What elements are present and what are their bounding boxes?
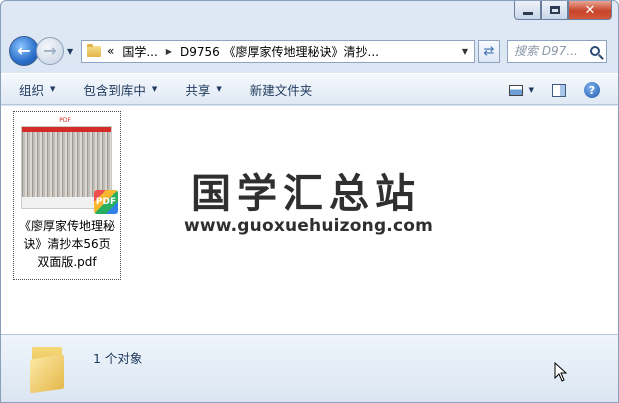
search-input[interactable]	[514, 44, 588, 58]
thumbnail-manuscript-image	[22, 132, 111, 197]
large-folder-icon	[30, 347, 64, 394]
explorer-window: ✕ ← → ▼ « 国学... ▶ D9756 《廖厚家传地理秘诀》清抄... …	[0, 0, 619, 403]
refresh-button[interactable]: ⇄	[478, 39, 500, 63]
breadcrumb-separator-icon[interactable]: ▶	[166, 47, 172, 56]
breadcrumb-item-current[interactable]: D9756 《廖厚家传地理秘诀》清抄...	[180, 43, 379, 60]
new-folder-label: 新建文件夹	[249, 82, 313, 98]
item-count-text: 1 个对象	[93, 351, 143, 366]
search-icon[interactable]	[590, 46, 600, 56]
help-icon[interactable]: ?	[584, 82, 600, 98]
maximize-button[interactable]	[541, 1, 568, 20]
command-bar: 组织 ▼ 包含到库中 ▼ 共享 ▼ 新建文件夹 ▼ ?	[1, 73, 618, 105]
view-controls: ▼ ?	[508, 74, 600, 106]
search-box[interactable]	[507, 39, 607, 63]
forward-arrow-icon: →	[43, 41, 57, 60]
navigation-bar: ← → ▼ « 国学... ▶ D9756 《廖厚家传地理秘诀》清抄... ▼ …	[9, 35, 610, 67]
back-button[interactable]: ←	[9, 36, 39, 66]
file-item-pdf[interactable]: PDF PDF 《廖厚家传地理秘 诀》清抄本56页 双面版.pdf	[13, 111, 121, 280]
include-in-library-label: 包含到库中	[83, 82, 146, 98]
view-options-dropdown-icon[interactable]: ▼	[529, 86, 534, 94]
organize-menu[interactable]: 组织 ▼	[19, 80, 55, 99]
recent-pages-dropdown-icon[interactable]: ▼	[67, 47, 77, 56]
watermark-url: www.guoxuehuizong.com	[184, 216, 434, 236]
chevron-down-icon: ▼	[151, 85, 158, 93]
new-folder-button[interactable]: 新建文件夹	[250, 80, 313, 99]
close-button[interactable]: ✕	[568, 1, 612, 20]
back-arrow-icon: ←	[17, 41, 31, 60]
include-in-library-menu[interactable]: 包含到库中 ▼	[83, 80, 157, 99]
close-icon: ✕	[584, 2, 596, 18]
address-bar[interactable]: « 国学... ▶ D9756 《廖厚家传地理秘诀》清抄... ▼	[81, 39, 475, 63]
chevron-down-icon: ▼	[50, 85, 56, 93]
chevron-down-icon: ▼	[216, 85, 222, 93]
maximize-icon	[549, 6, 560, 14]
caption-buttons: ✕	[514, 1, 612, 20]
thumbnail-pdf-mark: PDF	[59, 117, 71, 124]
address-dropdown-icon[interactable]: ▼	[456, 47, 474, 56]
minimize-icon	[522, 11, 533, 15]
folder-icon	[87, 43, 101, 57]
file-list-area[interactable]: PDF PDF 《廖厚家传地理秘 诀》清抄本56页 双面版.pdf 国学汇总站 …	[1, 106, 618, 334]
forward-button[interactable]: →	[36, 37, 64, 65]
refresh-icon: ⇄	[483, 43, 495, 59]
minimize-button[interactable]	[514, 1, 541, 20]
file-name-label: 《廖厚家传地理秘 诀》清抄本56页 双面版.pdf	[18, 219, 115, 269]
breadcrumb-overflow[interactable]: «	[107, 44, 114, 58]
folder-front-panel	[30, 354, 64, 394]
pdf-file-icon: PDF	[94, 190, 118, 214]
preview-pane-icon[interactable]	[552, 83, 566, 97]
share-menu[interactable]: 共享 ▼	[185, 80, 221, 99]
details-pane: 1 个对象	[1, 334, 618, 402]
breadcrumb-item-root[interactable]: 国学...	[122, 43, 157, 60]
organize-label: 组织	[19, 82, 45, 98]
share-label: 共享	[185, 82, 211, 98]
change-view-icon[interactable]	[508, 84, 523, 96]
watermark-title: 国学汇总站	[191, 171, 421, 217]
